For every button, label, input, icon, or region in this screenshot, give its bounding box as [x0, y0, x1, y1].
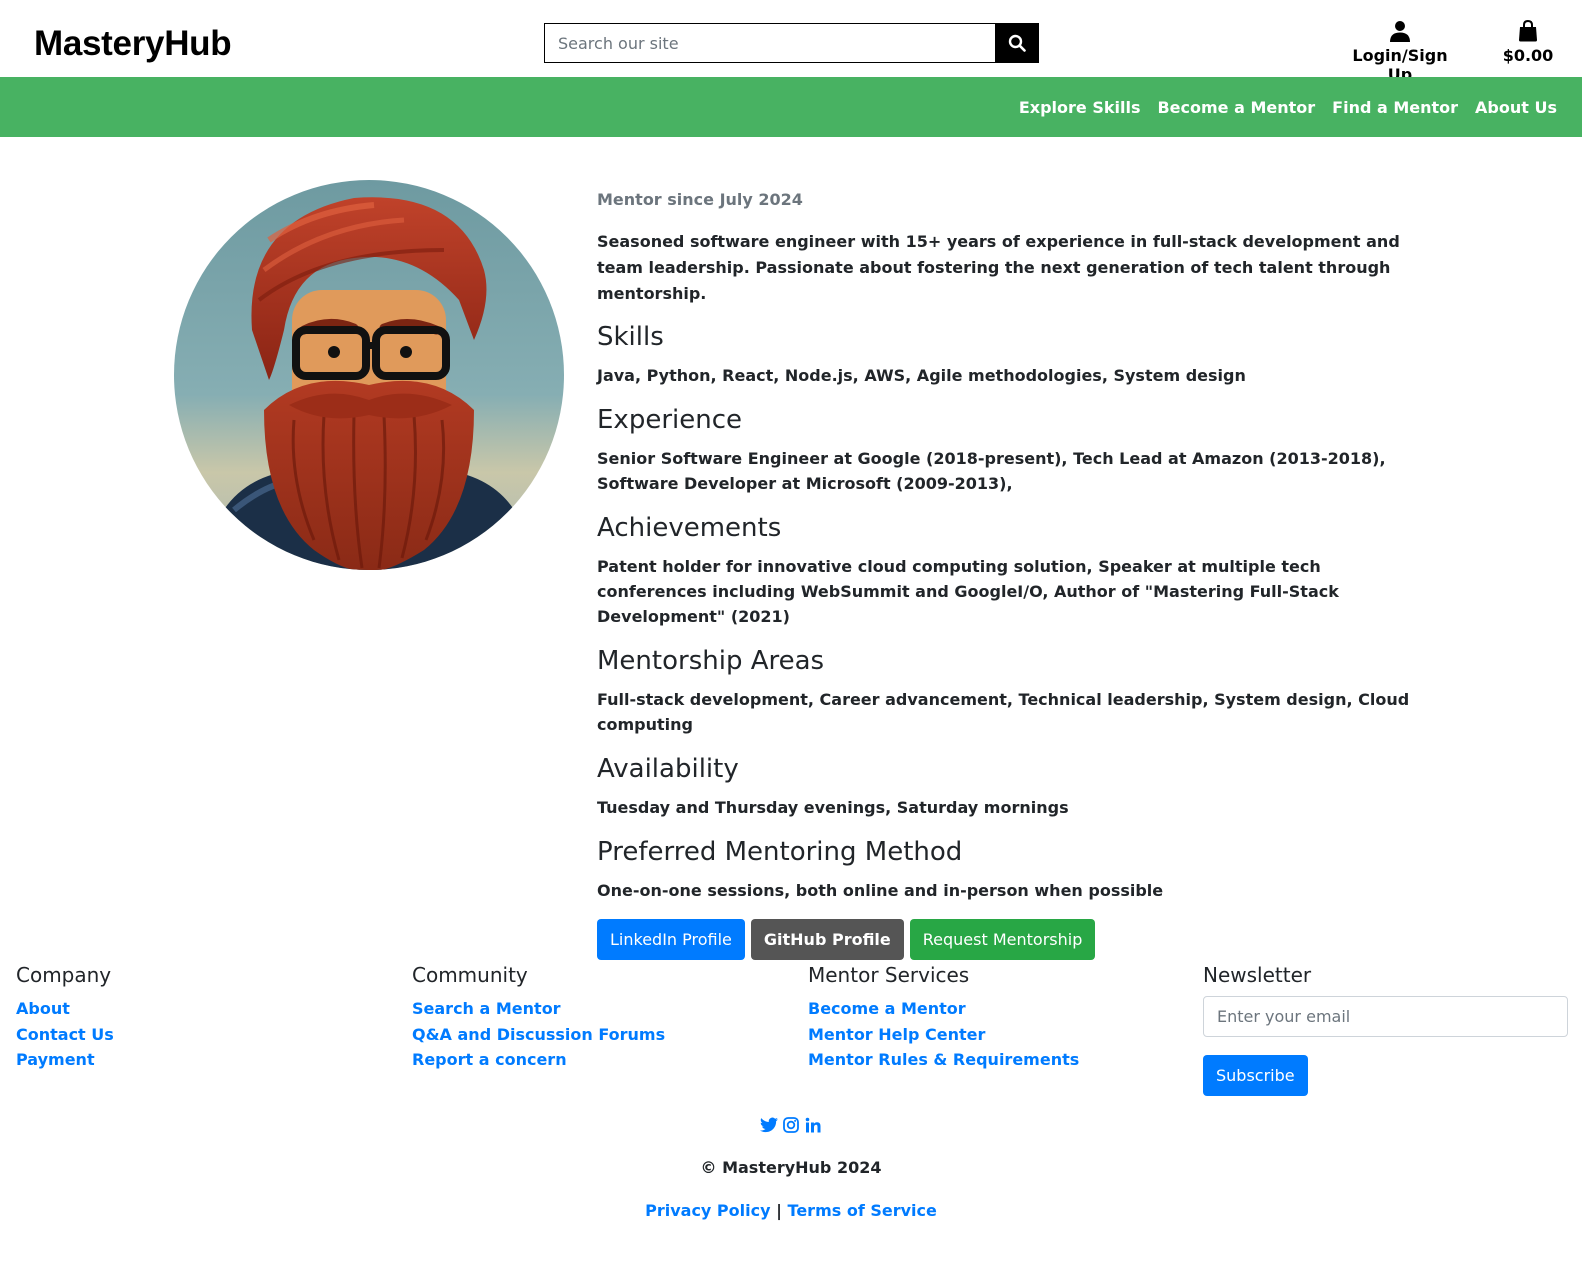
footer-link-search-mentor[interactable]: Search a Mentor	[412, 996, 665, 1022]
github-profile-button[interactable]: GitHub Profile	[750, 919, 904, 960]
newsletter-title: Newsletter	[1203, 963, 1312, 987]
skills-text: Java, Python, React, Node.js, AWS, Agile…	[597, 366, 1246, 385]
experience-heading: Experience	[597, 405, 742, 435]
achievements-text: Patent holder for innovative cloud compu…	[597, 557, 1339, 626]
achievements-heading: Achievements	[597, 513, 782, 543]
search-icon	[1008, 34, 1026, 52]
legal-separator: |	[776, 1201, 782, 1220]
copyright: © MasteryHub 2024	[700, 1158, 882, 1177]
footer-link-rules[interactable]: Mentor Rules & Requirements	[808, 1047, 1079, 1073]
availability-heading: Availability	[597, 754, 739, 784]
mentorship-areas-text: Full-stack development, Career advanceme…	[597, 690, 1410, 734]
skills-heading: Skills	[597, 322, 664, 352]
mentor-avatar	[174, 180, 564, 570]
mentoring-method-text: One-on-one sessions, both online and in-…	[597, 881, 1164, 900]
footer-mentor-services: Mentor Services Become a Mentor Mentor H…	[808, 962, 1079, 1073]
footer-newsletter: Newsletter Subscribe	[1203, 962, 1568, 1096]
privacy-policy-link[interactable]: Privacy Policy	[645, 1201, 770, 1220]
login-signup-link[interactable]: Login/Sign Up	[1341, 20, 1459, 84]
request-mentorship-button[interactable]: Request Mentorship	[909, 919, 1096, 960]
footer-community-title: Community	[412, 963, 528, 987]
footer-link-payment[interactable]: Payment	[16, 1047, 114, 1073]
mentorship-areas-heading: Mentorship Areas	[597, 646, 825, 676]
footer-link-become-mentor[interactable]: Become a Mentor	[808, 996, 1079, 1022]
legal-links: Privacy Policy | Terms of Service	[0, 1201, 1582, 1220]
site-header: MasteryHub Login/Sign Up $0.00	[0, 0, 1582, 84]
mentor-details: Mentor since July 2024 Seasoned software…	[597, 190, 1417, 960]
shopping-bag-icon	[1500, 19, 1556, 44]
mentoring-method-heading: Preferred Mentoring Method	[597, 837, 963, 867]
experience-text: Senior Software Engineer at Google (2018…	[597, 449, 1386, 493]
footer-link-report-concern[interactable]: Report a concern	[412, 1047, 665, 1073]
search-bar	[544, 23, 1039, 63]
newsletter-email-input[interactable]	[1203, 996, 1568, 1037]
linkedin-profile-button[interactable]: LinkedIn Profile	[597, 919, 745, 960]
nav-find-mentor[interactable]: Find a Mentor	[1332, 98, 1458, 117]
availability-text: Tuesday and Thursday evenings, Saturday …	[597, 798, 1069, 817]
user-icon	[1341, 20, 1459, 44]
footer-community: Community Search a Mentor Q&A and Discus…	[412, 962, 665, 1073]
nav-become-mentor[interactable]: Become a Mentor	[1157, 98, 1315, 117]
main-nav: Explore Skills Become a Mentor Find a Me…	[0, 77, 1582, 137]
subscribe-button[interactable]: Subscribe	[1203, 1055, 1308, 1096]
nav-about-us[interactable]: About Us	[1475, 98, 1557, 117]
footer-company-title: Company	[16, 963, 112, 987]
instagram-icon[interactable]	[782, 1116, 800, 1134]
search-button[interactable]	[995, 23, 1039, 63]
footer-mentor-services-title: Mentor Services	[808, 963, 970, 987]
footer-link-contact[interactable]: Contact Us	[16, 1022, 114, 1048]
mentor-since: Mentor since July 2024	[597, 190, 803, 209]
footer-link-about[interactable]: About	[16, 996, 114, 1022]
footer-link-qa-forums[interactable]: Q&A and Discussion Forums	[412, 1022, 665, 1048]
social-links	[0, 1116, 1582, 1134]
mentor-bio: Seasoned software engineer with 15+ year…	[597, 232, 1400, 303]
nav-explore-skills[interactable]: Explore Skills	[1019, 98, 1141, 117]
cart-total: $0.00	[1502, 46, 1554, 65]
twitter-icon[interactable]	[760, 1116, 778, 1134]
footer-company: Company About Contact Us Payment	[16, 962, 114, 1073]
footer-link-help-center[interactable]: Mentor Help Center	[808, 1022, 1079, 1048]
terms-of-service-link[interactable]: Terms of Service	[788, 1201, 937, 1220]
profile-actions: LinkedIn Profile GitHub Profile Request …	[597, 919, 1417, 960]
brand-logo[interactable]: MasteryHub	[34, 24, 232, 64]
linkedin-icon[interactable]	[804, 1116, 822, 1134]
cart-link[interactable]: $0.00	[1500, 19, 1556, 65]
search-input[interactable]	[544, 23, 995, 63]
